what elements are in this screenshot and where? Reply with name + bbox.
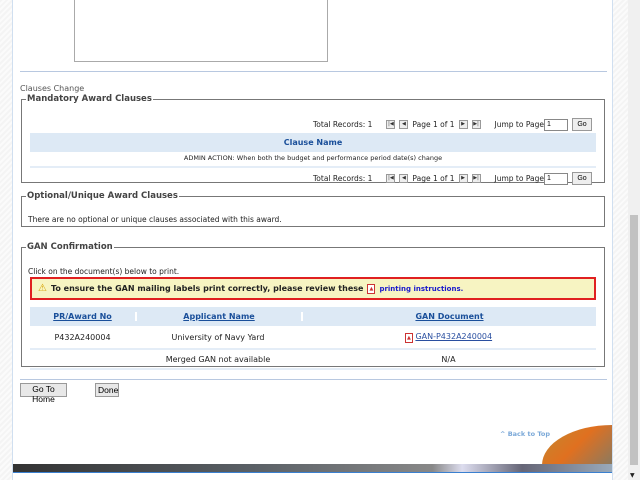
sort-gan-document[interactable]: GAN Document <box>301 312 596 321</box>
jump-label: Jump to Page <box>494 120 545 129</box>
next-page-button[interactable]: ▶ <box>458 120 468 129</box>
gan-document: N/A <box>441 354 456 364</box>
jump-page-input[interactable] <box>544 118 568 131</box>
pager-bottom: Total Records: 1 |◀ ◀ Page 1 of 1 ▶ ▶| Jum… <box>313 172 592 185</box>
prev-page-button[interactable]: ◀ <box>399 174 409 183</box>
footer-banner <box>13 464 612 472</box>
jump-page-input[interactable] <box>544 172 568 185</box>
warning-icon: ⚠ <box>38 283 47 294</box>
scroll-down-icon[interactable]: ▼ <box>630 472 635 479</box>
gan-confirmation-panel: GAN Confirmation Click on the document(s… <box>21 242 605 370</box>
back-to-top-link[interactable]: ^ Back to Top <box>500 430 550 438</box>
divider <box>20 71 607 72</box>
clause-name-header: Clause Name <box>30 133 596 152</box>
jump-label: Jump to Page <box>494 174 545 183</box>
no-clauses-text: There are no optional or unique clauses … <box>28 215 282 224</box>
last-page-button[interactable]: ▶| <box>471 174 481 183</box>
table-row: Merged GAN not available N/A <box>30 350 596 370</box>
done-button[interactable]: Done <box>95 383 119 397</box>
optional-clauses-panel: Optional/Unique Award Clauses There are … <box>21 191 605 227</box>
first-page-button[interactable]: |◀ <box>386 174 396 183</box>
main-content: Clauses Change Mandatory Award Clauses T… <box>12 0 613 480</box>
go-button[interactable]: Go <box>572 172 592 185</box>
panel-legend: Optional/Unique Award Clauses <box>27 191 178 201</box>
pdf-icon: ▲ <box>367 283 376 294</box>
applicant-name: Merged GAN not available <box>165 354 271 364</box>
next-page-button[interactable]: ▶ <box>458 174 468 183</box>
divider <box>20 379 607 380</box>
instruction-text: Click on the document(s) below to print. <box>28 267 180 276</box>
pager-top: Total Records: 1 |◀ ◀ Page 1 of 1 ▶ ▶| Jum… <box>313 118 592 131</box>
warning-text: To ensure the GAN mailing labels print c… <box>50 284 364 293</box>
warning-banner: ⚠ To ensure the GAN mailing labels print… <box>30 277 596 300</box>
pdf-icon: ▲ <box>404 332 413 343</box>
last-page-button[interactable]: ▶| <box>471 120 481 129</box>
printing-instructions-link[interactable]: printing instructions. <box>379 285 463 293</box>
sort-award-no[interactable]: PR/Award No <box>30 312 135 321</box>
sort-applicant-name[interactable]: Applicant Name <box>135 312 301 321</box>
prev-page-button[interactable]: ◀ <box>399 120 409 129</box>
first-page-button[interactable]: |◀ <box>386 120 396 129</box>
footer-photo <box>542 425 612 465</box>
table-row: P432A240004 University of Navy Yard ▲ GA… <box>30 326 596 350</box>
panel-legend: GAN Confirmation <box>27 242 113 252</box>
section-title: Clauses Change <box>20 84 85 93</box>
applicant-name: University of Navy Yard <box>171 332 265 342</box>
table-row: ADMIN ACTION: When both the budget and p… <box>30 154 596 168</box>
comments-textarea[interactable] <box>74 0 328 62</box>
gan-table: PR/Award No Applicant Name GAN Document … <box>30 307 596 370</box>
gan-document-link[interactable]: GAN-P432A240004 <box>415 332 492 341</box>
page-indicator: Page 1 of 1 <box>412 120 455 129</box>
go-to-home-button[interactable]: Go To Home <box>20 383 67 404</box>
total-records: Total Records: 1 <box>313 120 373 129</box>
mandatory-clauses-panel: Mandatory Award Clauses Total Records: 1… <box>21 94 605 185</box>
total-records: Total Records: 1 <box>313 174 373 183</box>
scrollbar[interactable]: ▼ <box>628 0 640 480</box>
footer-line <box>13 472 612 473</box>
page-indicator: Page 1 of 1 <box>412 174 455 183</box>
go-button[interactable]: Go <box>572 118 592 131</box>
award-no: P432A240004 <box>54 332 111 342</box>
panel-legend: Mandatory Award Clauses <box>27 94 152 104</box>
table-header: PR/Award No Applicant Name GAN Document <box>30 307 596 326</box>
scrollbar-thumb[interactable] <box>630 215 638 465</box>
